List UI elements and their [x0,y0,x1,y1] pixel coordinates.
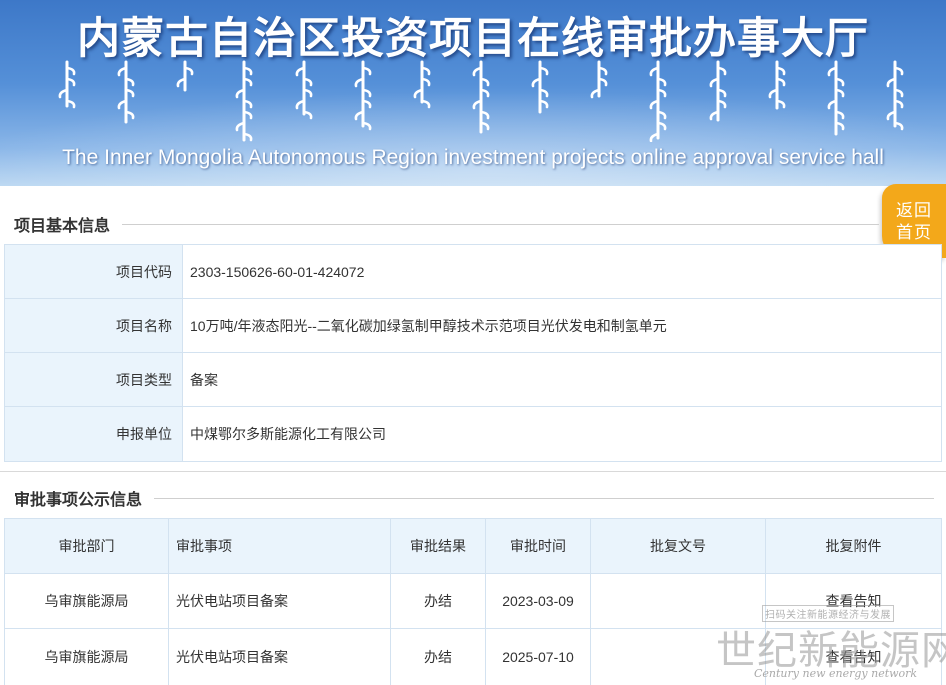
mongolian-word-glyph [590,60,608,99]
section-divider-line [154,497,935,499]
table-row: 乌审旗能源局 光伏电站项目备案 办结 2025-07-10 查看告知 [5,629,941,685]
section-divider-line [122,223,880,225]
cell-attachment: 查看告知 [766,574,941,628]
mongolian-word-glyph [295,60,312,120]
view-notice-link[interactable]: 查看告知 [826,591,882,611]
mongolian-word-glyph [531,60,549,114]
mongolian-word-glyph [768,60,786,110]
column-header-attachment: 批复附件 [825,538,882,554]
cell-doc-no [591,629,766,685]
section-separator [0,471,946,472]
mongolian-word-glyph [117,60,135,124]
basic-info-section-header: 项目基本信息 [14,214,880,235]
cell-date: 2025-07-10 [486,629,591,685]
info-row-project-type: 项目类型 备案 [5,353,941,407]
cell-item: 光伏电站项目备案 [169,629,391,685]
column-header-item: 审批事项 [169,519,391,573]
cell-date: 2023-03-09 [486,574,591,628]
banner-mongolian-script [56,60,906,142]
table-header-row: 审批部门 审批事项 审批结果 审批时间 批复文号 批复附件 [5,519,941,574]
cell-item: 光伏电站项目备案 [169,574,391,628]
mongolian-word-glyph [709,60,726,122]
table-row: 乌审旗能源局 光伏电站项目备案 办结 2023-03-09 查看告知 [5,574,941,629]
approval-section-title: 审批事项公示信息 [14,492,143,509]
info-label: 项目类型 [5,353,183,406]
cell-attachment: 查看告知 [766,629,941,685]
banner-title-chinese: 内蒙古自治区投资项目在线审批办事大厅 [77,14,869,64]
mongolian-word-glyph [827,60,845,136]
cell-result: 办结 [391,574,486,628]
cell-dept: 乌审旗能源局 [5,629,169,685]
mongolian-word-glyph [354,60,372,131]
cell-dept: 乌审旗能源局 [5,574,169,628]
mongolian-word-glyph [58,60,76,109]
approval-table: 审批部门 审批事项 审批结果 审批时间 批复文号 批复附件 乌审旗能源局 光伏电… [4,518,942,685]
column-header-date: 审批时间 [486,519,591,573]
column-header-result: 审批结果 [391,519,486,573]
basic-info-table: 项目代码 2303-150626-60-01-424072 项目名称 10万吨/… [4,244,942,462]
cell-doc-no [591,574,766,628]
approval-section-header: 审批事项公示信息 [14,488,935,509]
info-value-project-type: 备案 [183,353,941,406]
banner-title-english: The Inner Mongolia Autonomous Region inv… [62,146,884,169]
view-notice-link[interactable]: 查看告知 [826,647,882,667]
info-label: 项目代码 [5,245,183,298]
mongolian-word-glyph [472,60,490,134]
column-header-dept: 审批部门 [5,519,169,573]
info-row-applicant: 申报单位 中煤鄂尔多斯能源化工有限公司 [5,407,941,461]
info-label: 项目名称 [5,299,183,352]
info-row-project-name: 项目名称 10万吨/年液态阳光--二氧化碳加绿氢制甲醇技术示范项目光伏发电和制氢… [5,299,941,353]
mongolian-word-glyph [650,60,667,142]
mongolian-word-glyph [236,60,253,142]
mongolian-word-glyph [413,60,431,109]
info-value-project-code: 2303-150626-60-01-424072 [183,245,941,298]
info-label: 申报单位 [5,407,183,461]
info-row-project-code: 项目代码 2303-150626-60-01-424072 [5,245,941,299]
site-banner: 内蒙古自治区投资项目在线审批办事大厅 The Inner Mongolia Au… [0,0,946,186]
info-value-project-name: 10万吨/年液态阳光--二氧化碳加绿氢制甲醇技术示范项目光伏发电和制氢单元 [183,299,941,352]
mongolian-word-glyph [176,60,194,92]
cell-result: 办结 [391,629,486,685]
basic-info-section-title: 项目基本信息 [14,218,111,235]
info-value-applicant: 中煤鄂尔多斯能源化工有限公司 [183,407,941,461]
back-home-label-line1: 返回 [896,201,932,220]
mongolian-word-glyph [886,60,904,131]
column-header-doc-no: 批复文号 [591,519,766,573]
back-home-label-line2: 首页 [896,223,932,242]
